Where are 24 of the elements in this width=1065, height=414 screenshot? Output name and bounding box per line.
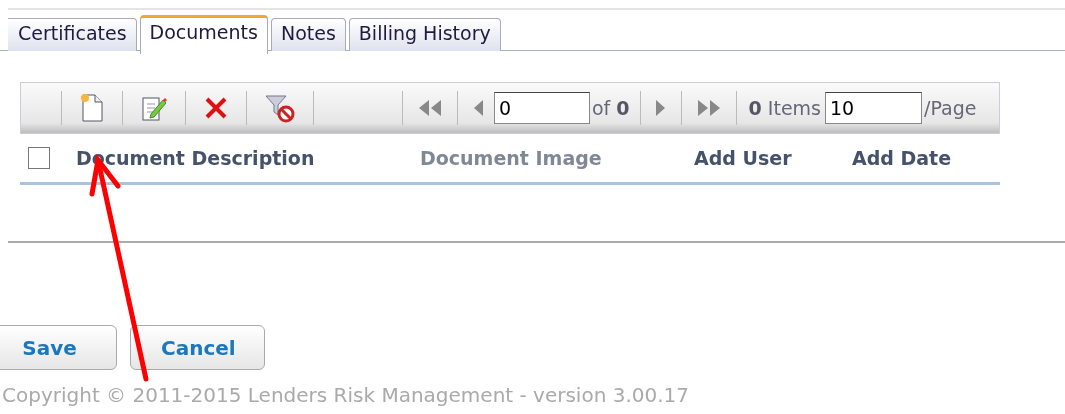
last-page-icon[interactable] [695, 99, 722, 117]
tab[interactable]: Certificates [8, 18, 137, 51]
tab[interactable]: Notes [270, 18, 346, 51]
save-button[interactable]: Save [0, 325, 117, 370]
column-header[interactable]: Add User [694, 147, 852, 169]
column-header[interactable]: Document Image [420, 147, 694, 169]
cancel-button[interactable]: Cancel [130, 325, 265, 370]
new-document-icon[interactable] [80, 94, 104, 122]
column-header[interactable]: Add Date [852, 147, 952, 169]
page-size-field[interactable]: 10 [825, 92, 923, 124]
clear-filter-icon[interactable] [265, 93, 295, 123]
tab[interactable]: Documents [139, 15, 268, 54]
page-field[interactable]: 0 [494, 92, 590, 124]
previous-page-icon[interactable] [472, 99, 484, 117]
tab[interactable]: Billing History [348, 18, 501, 51]
per-page-label: /Page [924, 97, 977, 119]
page-count: of 0 [592, 97, 630, 119]
copyright-text: Copyright © 2011-2015 Lenders Risk Management - version 3.00.17 [2, 384, 691, 406]
edit-document-icon[interactable] [141, 94, 167, 122]
items-count: 0 Items [748, 97, 822, 119]
select-all-checkbox[interactable] [28, 147, 50, 169]
delete-icon[interactable] [204, 96, 228, 120]
next-page-icon[interactable] [654, 99, 667, 117]
first-page-icon[interactable] [417, 99, 443, 117]
